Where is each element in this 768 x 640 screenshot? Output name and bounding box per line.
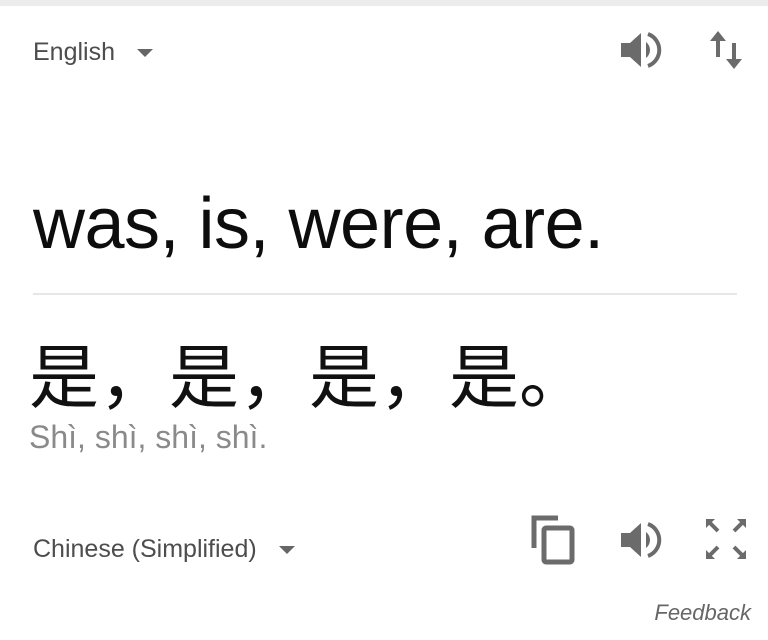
speaker-icon[interactable] <box>618 520 662 560</box>
romanization-text: Shì, shì, shì, shì. <box>29 419 268 455</box>
source-language-select[interactable]: English <box>33 38 153 67</box>
source-language-label: English <box>33 38 115 66</box>
target-language-label: Chinese (Simplified) <box>33 535 257 563</box>
chevron-down-icon <box>278 545 295 554</box>
top-border <box>0 0 768 6</box>
chevron-down-icon <box>137 48 153 57</box>
translated-text: 是，是，是，是。 <box>29 337 589 419</box>
target-language-select[interactable]: Chinese (Simplified) <box>33 535 295 564</box>
swap-languages-icon[interactable] <box>706 27 746 73</box>
feedback-link[interactable]: Feedback <box>654 600 751 626</box>
fullscreen-icon[interactable] <box>703 516 749 562</box>
copy-icon[interactable] <box>528 512 578 566</box>
source-text: was, is, were, are. <box>33 184 604 264</box>
speaker-icon[interactable] <box>618 30 662 70</box>
divider <box>33 293 737 295</box>
